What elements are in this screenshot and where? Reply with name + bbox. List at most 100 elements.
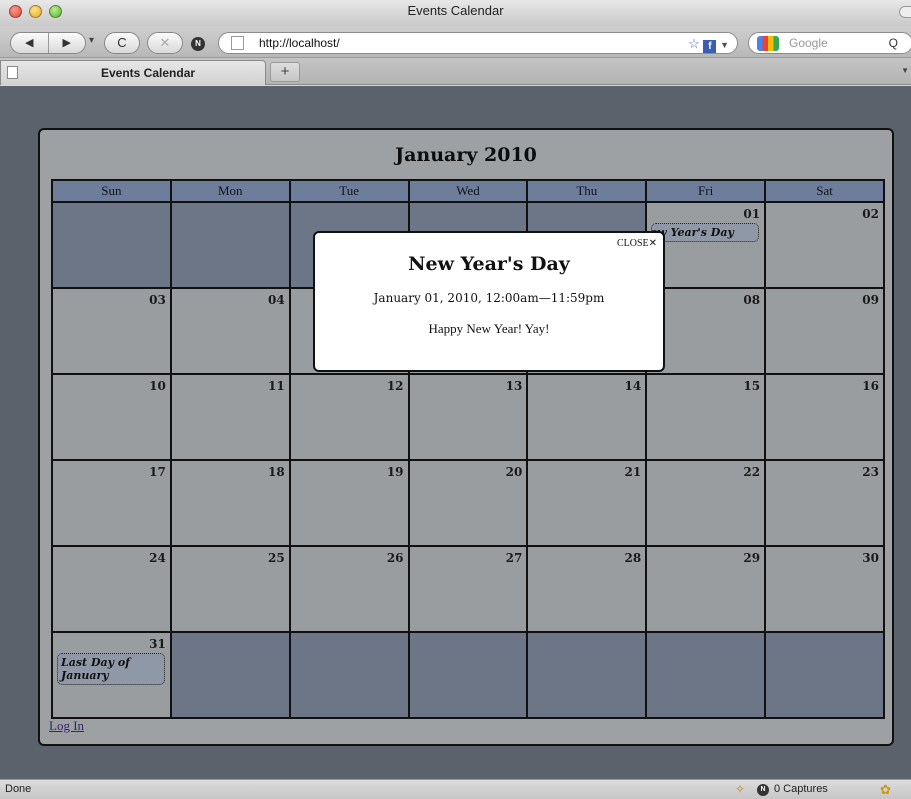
url-bar-icons: ☆ f ▼ — [688, 34, 729, 55]
minimize-window-button[interactable] — [29, 5, 42, 18]
weekday-header: Mon — [169, 179, 291, 203]
day-number: 21 — [624, 465, 642, 479]
empty-day-cell — [407, 631, 529, 719]
log-in-link[interactable]: Log In — [49, 718, 84, 734]
event-link-new-years-day[interactable]: New Year's Day — [651, 223, 760, 242]
week-row: 24 25 26 27 28 29 30 — [51, 545, 885, 633]
day-cell: 27 — [407, 545, 529, 633]
reload-button[interactable]: C — [104, 32, 140, 54]
status-text: Done — [5, 783, 32, 795]
back-forward-group: ◀ ▶ — [10, 32, 86, 54]
day-number: 12 — [386, 379, 404, 393]
month-title: January 2010 — [395, 144, 537, 166]
day-cell: 09 — [764, 287, 885, 375]
wand-icon[interactable]: ✧ — [735, 780, 745, 799]
day-number: 16 — [862, 379, 879, 393]
day-number: 19 — [386, 465, 404, 479]
google-icon[interactable] — [757, 36, 779, 51]
day-number: 03 — [149, 293, 166, 307]
day-number: 10 — [149, 379, 166, 393]
tab-bar: Events Calendar + ▼ — [0, 58, 911, 85]
day-number: 14 — [624, 379, 642, 393]
day-number: 26 — [386, 551, 404, 565]
day-cell: 15 — [645, 373, 767, 461]
url-bar[interactable]: http://localhost/ ☆ f ▼ — [218, 32, 738, 54]
day-cell: 02 — [764, 201, 885, 289]
week-row: 17 18 19 20 21 22 23 — [51, 459, 885, 547]
day-cell: 13 — [407, 373, 529, 461]
weekday-header: Sun — [51, 179, 172, 203]
day-number: 25 — [267, 551, 285, 565]
new-tab-button[interactable]: + — [270, 62, 300, 82]
weekday-header: Tue — [288, 179, 410, 203]
day-number: 11 — [267, 379, 285, 393]
day-number: 13 — [505, 379, 523, 393]
day-number: 08 — [743, 293, 761, 307]
window-title: Events Calendar — [407, 3, 504, 18]
day-cell: 17 — [51, 459, 172, 547]
page-icon — [231, 36, 244, 50]
close-window-button[interactable] — [9, 5, 22, 18]
day-cell: 25 — [169, 545, 291, 633]
day-number: 23 — [862, 465, 879, 479]
day-cell: 03 — [51, 287, 172, 375]
captures-icon[interactable]: N — [757, 784, 769, 796]
stop-button[interactable]: ✕ — [147, 32, 183, 54]
day-cell: 31 Last Day of January — [51, 631, 172, 719]
day-number: 30 — [862, 551, 879, 565]
day-number: 29 — [743, 551, 761, 565]
calendar-panel: January 2010 Sun Mon Tue Wed Thu Fri Sat — [38, 128, 894, 746]
weekday-header: Thu — [526, 179, 648, 203]
day-cell: 16 — [764, 373, 885, 461]
bookmark-star-icon[interactable]: ☆ — [688, 36, 700, 51]
status-bar: Done ✧ N 0 Captures ✿ — [0, 779, 911, 799]
day-cell: 20 — [407, 459, 529, 547]
search-placeholder: Google — [789, 36, 828, 50]
close-modal-button[interactable]: CLOSE✕ — [617, 238, 657, 249]
weekday-header: Fri — [645, 179, 767, 203]
page-icon — [7, 66, 18, 79]
url-dropdown-icon[interactable]: ▼ — [720, 40, 729, 50]
event-link-last-day-of-january[interactable]: Last Day of January — [57, 653, 165, 685]
noscript-icon[interactable]: N — [191, 37, 205, 51]
tab-events-calendar[interactable]: Events Calendar — [0, 60, 266, 85]
day-cell: 04 — [169, 287, 291, 375]
day-cell: 23 — [764, 459, 885, 547]
weekday-header: Sat — [764, 179, 885, 203]
week-row: 31 Last Day of January — [51, 631, 885, 719]
day-cell: 28 — [526, 545, 648, 633]
browser-toolbar: ◀ ▶ ▾ C ✕ N http://localhost/ ☆ f ▼ Goog… — [0, 26, 911, 58]
yslow-icon[interactable]: ✿ — [880, 780, 891, 799]
day-number: 20 — [505, 465, 523, 479]
search-bar[interactable]: Google Q — [748, 32, 911, 54]
weekday-header: Wed — [407, 179, 529, 203]
event-modal: CLOSE✕ New Year's Day January 01, 2010, … — [313, 231, 665, 372]
history-dropdown-icon[interactable]: ▾ — [89, 35, 94, 46]
window-titlebar: Events Calendar — [0, 0, 911, 26]
empty-day-cell — [169, 201, 291, 289]
back-button[interactable]: ◀ — [11, 33, 49, 53]
empty-day-cell — [645, 631, 767, 719]
day-cell: 29 — [645, 545, 767, 633]
modal-datetime: January 01, 2010, 12:00am—11:59pm — [373, 291, 605, 305]
toolbar-toggle-button[interactable] — [899, 6, 911, 18]
day-cell: 24 — [51, 545, 172, 633]
day-number: 28 — [624, 551, 642, 565]
captures-count[interactable]: 0 Captures — [774, 780, 828, 799]
day-number: 02 — [862, 207, 879, 221]
day-cell: 18 — [169, 459, 291, 547]
day-cell: 19 — [288, 459, 410, 547]
day-number: 17 — [149, 465, 166, 479]
forward-button[interactable]: ▶ — [49, 33, 86, 53]
tab-overflow-icon[interactable]: ▼ — [901, 66, 909, 75]
page-content: January 2010 Sun Mon Tue Wed Thu Fri Sat — [0, 86, 911, 779]
zoom-window-button[interactable] — [49, 5, 62, 18]
search-icon[interactable]: Q — [889, 33, 898, 53]
day-number: 01 — [743, 207, 761, 221]
empty-day-cell — [764, 631, 885, 719]
url-text: http://localhost/ — [259, 36, 340, 50]
empty-day-cell — [169, 631, 291, 719]
day-number: 31 — [149, 637, 166, 651]
day-number: 15 — [743, 379, 761, 393]
facebook-icon[interactable]: f — [703, 40, 717, 53]
